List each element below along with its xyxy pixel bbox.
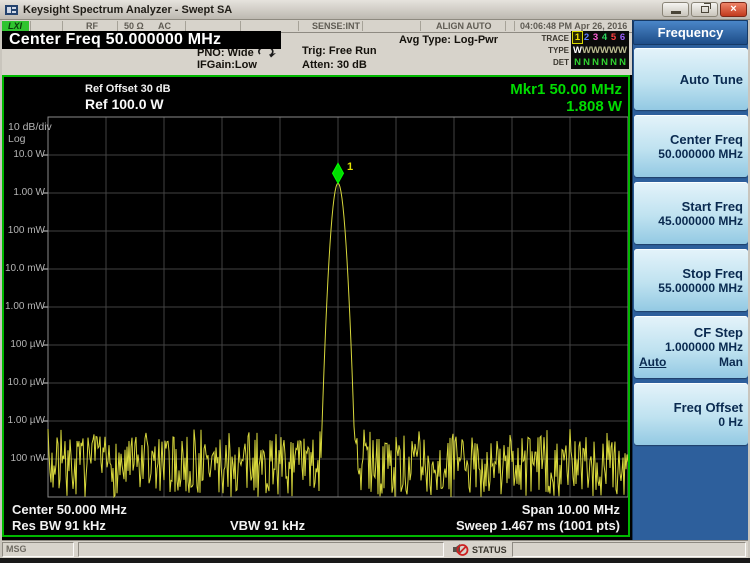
menu-title: Frequency: [633, 20, 748, 45]
sidebar-button-start-freq[interactable]: Start Freq45.000000 MHz: [634, 182, 748, 244]
ifgain-annotation: IFGain:Low: [197, 59, 257, 71]
trace-type-row: WWWWWW: [573, 45, 627, 56]
scale-per-div-label: 10 dB/div: [8, 121, 52, 133]
spectrum-display: 1 Ref Offset 30 dB Ref 100.0 W Mkr1 50.0…: [2, 75, 630, 537]
sidebar-button-center-freq[interactable]: Center Freq50.000000 MHz: [634, 115, 748, 177]
sense-indicator: SENSE:INT: [312, 21, 360, 32]
trace-status-block: 123456 WWWWWW NNNNNN: [571, 31, 629, 69]
close-button[interactable]: ×: [720, 2, 747, 17]
msg-cell: MSG: [2, 542, 74, 557]
softkey-value: 55.000000 MHz: [639, 281, 743, 295]
y-axis-tick-label: 100 mW: [4, 225, 45, 236]
softkey-label: Start Freq: [639, 199, 743, 214]
y-axis-tick-label: 100 µW: [4, 339, 45, 350]
status-area-right: [512, 542, 746, 557]
trace-glyph: 1: [573, 32, 582, 43]
align-indicator: ALIGN AUTO: [436, 21, 492, 32]
trace-numbers-row: 123456: [573, 32, 627, 43]
softkey-label: Freq Offset: [639, 400, 743, 415]
sidebar-buttons: Auto TuneCenter Freq50.000000 MHzStart F…: [634, 48, 748, 445]
softkey-label: Center Freq: [639, 132, 743, 147]
trace-glyph: W: [609, 45, 618, 56]
trace-det-row: NNNNNN: [573, 57, 627, 68]
y-axis-tick-label: 10.0 W: [4, 149, 45, 160]
softkey-value: 50.000000 MHz: [639, 147, 743, 161]
trace-glyph: N: [573, 57, 582, 68]
message-area: [78, 542, 444, 557]
atten-annotation: Atten: 30 dB: [302, 59, 367, 71]
trace-glyph: 6: [618, 32, 627, 43]
center-freq-readout: Center 50.000 MHz: [12, 503, 127, 517]
trace-glyph: 2: [582, 32, 591, 43]
softkey-label: Auto Tune: [639, 72, 743, 87]
trace-label: TRACE: [539, 34, 569, 43]
bottom-status-bar: MSG STATUS: [0, 540, 750, 558]
softkey-option-man: Man: [719, 355, 743, 369]
marker-amplitude-readout: 1.808 W: [566, 98, 622, 115]
status-label: STATUS: [472, 545, 507, 555]
minimize-button[interactable]: [662, 2, 689, 17]
softkey-label: Stop Freq: [639, 266, 743, 281]
window-frame-left: [0, 20, 2, 558]
restore-button[interactable]: [691, 2, 718, 17]
softkey-value: 0 Hz: [639, 415, 743, 429]
status-indicator: STATUS: [452, 542, 507, 557]
softkey-value: 1.000000 MHz: [639, 340, 743, 354]
softkey-value: 45.000000 MHz: [639, 214, 743, 228]
res-bw-readout: Res BW 91 kHz: [12, 519, 106, 533]
trace-glyph: N: [600, 57, 609, 68]
trace-glyph: N: [591, 57, 600, 68]
trace-glyph: W: [582, 45, 591, 56]
softkey-sidebar: Frequency Auto Tune Center Freq50.000000 …: [632, 20, 748, 540]
trace-glyph: 3: [591, 32, 600, 43]
y-axis-tick-label: 1.00 mW: [4, 301, 45, 312]
y-axis-tick-label: 10.0 mW: [4, 263, 45, 274]
muted-speaker-icon: [452, 542, 469, 557]
det-label: DET: [539, 58, 569, 67]
softkey-option-auto: Auto: [639, 355, 666, 369]
trace-glyph: 4: [600, 32, 609, 43]
softkey-label: CF Step: [639, 325, 743, 340]
spectrum-plot: 1: [4, 77, 628, 535]
sidebar-button-cf-step[interactable]: CF Step1.000000 MHzAuto Man: [634, 316, 748, 378]
app-icon: [5, 4, 18, 16]
span-readout: Span 10.00 MHz: [522, 503, 620, 517]
sidebar-button-auto-tune[interactable]: Auto Tune: [634, 48, 748, 110]
ref-offset-readout: Ref Offset 30 dB: [85, 83, 171, 95]
trace-glyph: W: [618, 45, 627, 56]
close-icon: ×: [730, 4, 736, 15]
trigger-annotation: Trig: Free Run: [302, 45, 377, 57]
avg-type-annotation: Avg Type: Log-Pwr: [399, 34, 498, 46]
trace-glyph: W: [591, 45, 600, 56]
marker-1-label: 1: [347, 161, 353, 173]
trace-glyph: W: [600, 45, 609, 56]
trace-glyph: N: [609, 57, 618, 68]
softkey-auto-man-row: Auto Man: [639, 355, 743, 369]
type-label: TYPE: [539, 46, 569, 55]
ref-level-readout: Ref 100.0 W: [85, 96, 164, 112]
sidebar-button-stop-freq[interactable]: Stop Freq55.000000 MHz: [634, 249, 748, 311]
window-title: Keysight Spectrum Analyzer - Swept SA: [23, 4, 232, 16]
marker-1-diamond[interactable]: [333, 163, 344, 183]
restore-icon: [701, 6, 709, 13]
y-axis-tick-label: 100 nW: [4, 453, 45, 464]
y-axis-tick-label: 10.0 µW: [4, 377, 45, 388]
minimize-icon: [671, 11, 681, 14]
trace-glyph: W: [573, 45, 582, 56]
sweep-readout: Sweep 1.467 ms (1001 pts): [456, 519, 620, 533]
title-bar[interactable]: Keysight Spectrum Analyzer - Swept SA ×: [0, 0, 750, 20]
center-freq-banner: Center Freq 50.000000 MHz: [2, 31, 281, 49]
trace-glyph: N: [582, 57, 591, 68]
y-axis-tick-label: 1.00 µW: [4, 415, 45, 426]
screen-bottom-edge: [0, 558, 750, 563]
app-window: Keysight Spectrum Analyzer - Swept SA × …: [0, 0, 750, 563]
trace-glyph: N: [618, 57, 627, 68]
trace-glyph: 5: [609, 32, 618, 43]
y-axis-tick-label: 1.00 W: [4, 187, 45, 198]
marker-freq-readout: Mkr1 50.00 MHz: [510, 81, 622, 98]
sidebar-button-freq-offset[interactable]: Freq Offset0 Hz: [634, 383, 748, 445]
scale-type-label: Log: [8, 133, 26, 145]
vbw-readout: VBW 91 kHz: [230, 519, 305, 533]
